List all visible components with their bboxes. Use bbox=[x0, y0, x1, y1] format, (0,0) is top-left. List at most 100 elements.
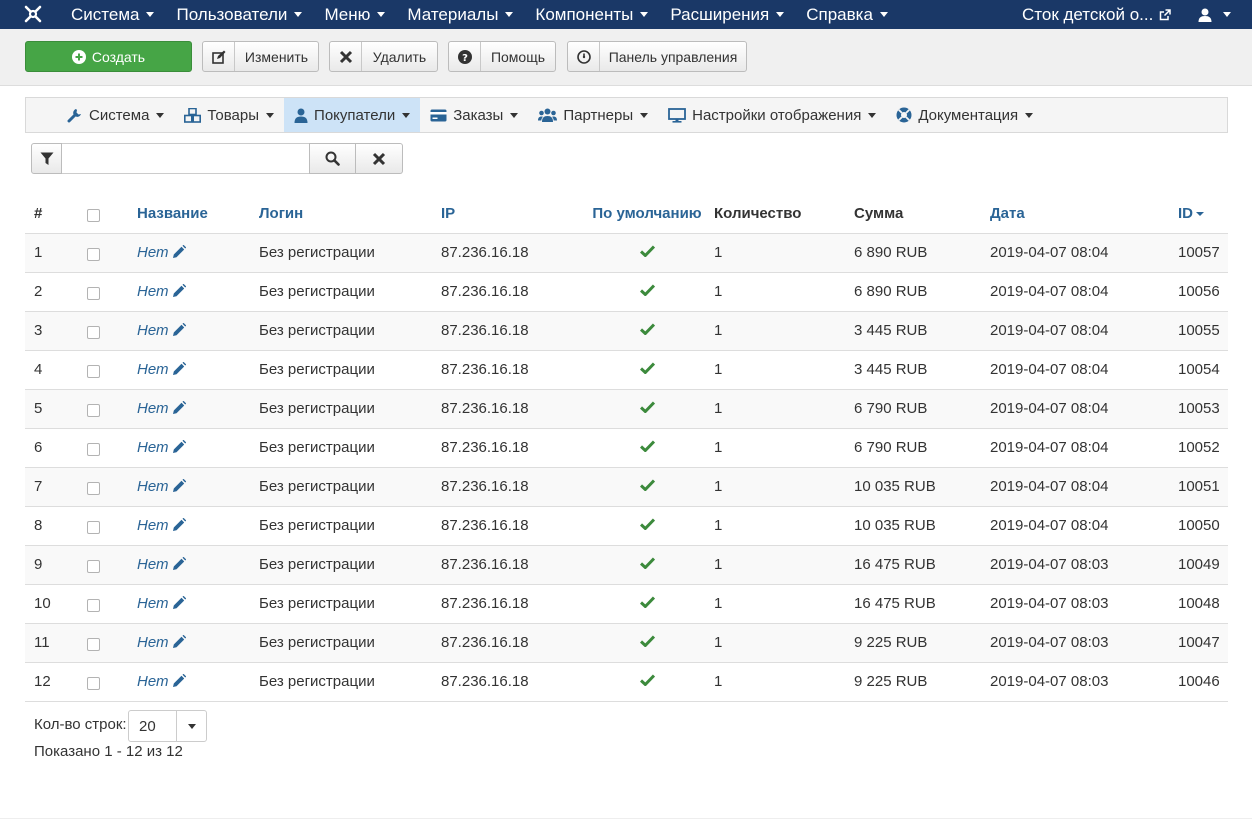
col-name-header[interactable]: Название bbox=[137, 194, 259, 234]
col-default-header[interactable]: По умолчанию bbox=[584, 194, 710, 234]
menu-sistema[interactable]: Система bbox=[60, 0, 165, 29]
close-icon bbox=[330, 42, 362, 71]
search-input[interactable] bbox=[62, 143, 309, 174]
check-icon[interactable] bbox=[639, 323, 655, 336]
menu-menus[interactable]: Меню bbox=[313, 0, 396, 29]
monitor-icon bbox=[668, 107, 687, 123]
subnav-customers[interactable]: Покупатели bbox=[284, 98, 421, 132]
customer-name-link[interactable]: Нет bbox=[137, 283, 186, 300]
check-icon[interactable] bbox=[639, 245, 655, 258]
check-icon[interactable] bbox=[639, 362, 655, 375]
col-ip-header[interactable]: IP bbox=[441, 194, 584, 234]
row-num: 4 bbox=[25, 350, 83, 390]
subnav-system[interactable]: Система bbox=[57, 98, 174, 132]
check-icon[interactable] bbox=[639, 596, 655, 609]
table-row: 4 Нет Без регистрации 87.236.16.18 1 3 445 RU… bbox=[25, 350, 1228, 390]
pencil-icon bbox=[172, 517, 186, 531]
check-icon[interactable] bbox=[639, 674, 655, 687]
col-login-header[interactable]: Логин bbox=[259, 194, 441, 234]
row-ip: 87.236.16.18 bbox=[441, 350, 584, 390]
delete-button[interactable]: Удалить bbox=[329, 41, 438, 72]
row-date: 2019-04-07 08:04 bbox=[990, 389, 1178, 429]
row-id: 10057 bbox=[1178, 233, 1228, 273]
col-date-header[interactable]: Дата bbox=[990, 194, 1178, 234]
user-icon bbox=[1198, 8, 1212, 22]
customer-name-link[interactable]: Нет bbox=[137, 439, 186, 456]
row-checkbox[interactable] bbox=[87, 404, 100, 418]
col-id-header[interactable]: ID bbox=[1178, 194, 1228, 234]
row-name-cell: Нет bbox=[137, 233, 259, 273]
row-checkbox[interactable] bbox=[87, 599, 100, 613]
subnav-display-settings[interactable]: Настройки отображения bbox=[658, 98, 886, 132]
rows-per-page-select[interactable]: 20 bbox=[128, 710, 207, 742]
row-default-cell bbox=[584, 428, 710, 468]
customer-name-link[interactable]: Нет bbox=[137, 595, 186, 612]
subnav-partners[interactable]: Партнеры bbox=[528, 98, 658, 132]
customer-name-link[interactable]: Нет bbox=[137, 361, 186, 378]
check-icon[interactable] bbox=[639, 635, 655, 648]
create-button[interactable]: Создать bbox=[25, 41, 192, 72]
row-checkbox[interactable] bbox=[87, 287, 100, 301]
customer-name-link[interactable]: Нет bbox=[137, 673, 186, 690]
check-icon[interactable] bbox=[639, 557, 655, 570]
row-checkbox[interactable] bbox=[87, 326, 100, 340]
component-subnav: Система Товары Покупатели Заказы Партнер… bbox=[25, 97, 1228, 133]
col-qty-header: Количество bbox=[710, 194, 854, 234]
row-check-cell bbox=[83, 311, 137, 351]
customer-name-link[interactable]: Нет bbox=[137, 517, 186, 534]
customer-name-link[interactable]: Нет bbox=[137, 244, 186, 261]
customer-name-link[interactable]: Нет bbox=[137, 634, 186, 651]
menu-extensions[interactable]: Расширения bbox=[659, 0, 795, 29]
check-icon[interactable] bbox=[639, 440, 655, 453]
row-checkbox[interactable] bbox=[87, 638, 100, 652]
pencil-icon bbox=[172, 283, 186, 297]
user-menu[interactable] bbox=[1197, 0, 1231, 29]
svg-text:?: ? bbox=[462, 53, 468, 64]
control-panel-button[interactable]: Панель управления bbox=[567, 41, 747, 72]
select-all-checkbox[interactable] bbox=[87, 209, 100, 223]
joomla-logo-icon[interactable] bbox=[22, 3, 44, 25]
search-button[interactable] bbox=[309, 143, 356, 174]
check-icon[interactable] bbox=[639, 479, 655, 492]
customer-name-link[interactable]: Нет bbox=[137, 478, 186, 495]
customer-name-link[interactable]: Нет bbox=[137, 322, 186, 339]
close-icon bbox=[372, 152, 386, 165]
row-login: Без регистрации bbox=[259, 506, 441, 546]
row-num: 10 bbox=[25, 584, 83, 624]
row-checkbox[interactable] bbox=[87, 248, 100, 262]
check-icon[interactable] bbox=[639, 518, 655, 531]
customer-name-link[interactable]: Нет bbox=[137, 400, 186, 417]
menu-components[interactable]: Компоненты bbox=[524, 0, 659, 29]
row-sum: 6 890 RUB bbox=[854, 233, 990, 273]
edit-button[interactable]: Изменить bbox=[202, 41, 319, 72]
row-name-cell: Нет bbox=[137, 506, 259, 546]
row-login: Без регистрации bbox=[259, 272, 441, 312]
filter-toggle-button[interactable] bbox=[31, 143, 62, 174]
site-link[interactable]: Сток детской о... bbox=[1022, 0, 1172, 29]
customer-name-link[interactable]: Нет bbox=[137, 556, 186, 573]
row-checkbox[interactable] bbox=[87, 365, 100, 379]
menu-content[interactable]: Материалы bbox=[396, 0, 524, 29]
row-checkbox[interactable] bbox=[87, 482, 100, 496]
menu-label: Меню bbox=[324, 4, 371, 24]
check-icon[interactable] bbox=[639, 401, 655, 414]
customer-name: Нет bbox=[137, 361, 169, 378]
menu-help[interactable]: Справка bbox=[795, 0, 899, 29]
subnav-orders[interactable]: Заказы bbox=[420, 98, 528, 132]
row-check-cell bbox=[83, 623, 137, 663]
caret-down-icon bbox=[377, 12, 386, 17]
row-checkbox[interactable] bbox=[87, 521, 100, 535]
row-checkbox[interactable] bbox=[87, 560, 100, 574]
help-button[interactable]: ? Помощь bbox=[448, 41, 556, 72]
row-checkbox[interactable] bbox=[87, 443, 100, 457]
customer-name: Нет bbox=[137, 439, 169, 456]
row-check-cell bbox=[83, 428, 137, 468]
subnav-products[interactable]: Товары bbox=[174, 98, 284, 132]
col-id-label: ID bbox=[1178, 204, 1193, 222]
clear-search-button[interactable] bbox=[356, 143, 403, 174]
subnav-documentation[interactable]: Документация bbox=[886, 98, 1043, 132]
row-checkbox[interactable] bbox=[87, 677, 100, 691]
pencil-icon bbox=[172, 439, 186, 453]
menu-users[interactable]: Пользователи bbox=[165, 0, 313, 29]
check-icon[interactable] bbox=[639, 284, 655, 297]
